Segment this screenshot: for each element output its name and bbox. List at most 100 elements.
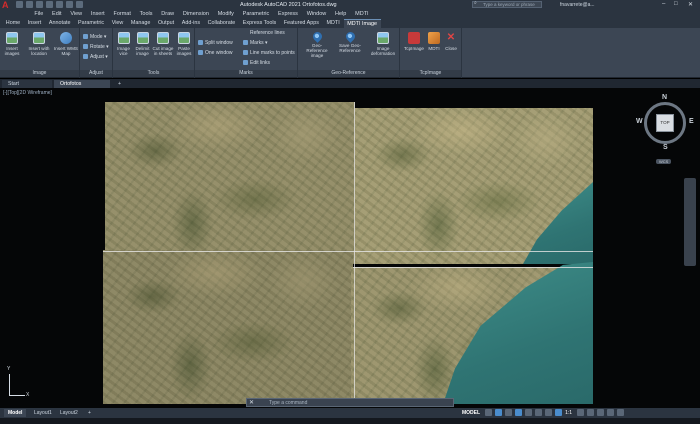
hardware-acceleration-icon[interactable]: [597, 409, 605, 416]
compass-west[interactable]: W: [636, 118, 643, 125]
reference-lines-button[interactable]: Reference lines: [250, 30, 285, 36]
save-as-icon[interactable]: [46, 1, 53, 8]
command-line[interactable]: ✕ Type a command: [246, 398, 454, 407]
image-vice-button[interactable]: Image vice: [114, 32, 133, 56]
lineweight-icon[interactable]: [545, 409, 553, 416]
file-tab-start[interactable]: Start: [2, 80, 52, 88]
workspace-gear-icon[interactable]: [577, 409, 585, 416]
tab-annotate[interactable]: Annotate: [45, 19, 74, 28]
orthophoto-mosaic[interactable]: [103, 102, 593, 404]
tab-mdti[interactable]: MDTI: [323, 19, 344, 28]
menu-help[interactable]: Help: [331, 10, 351, 19]
drawing-viewport[interactable]: [-][Top][2D Wireframe] TOP N S E W WCS Y…: [0, 88, 700, 408]
menu-draw[interactable]: Draw: [157, 10, 179, 19]
menu-express[interactable]: Express: [274, 10, 303, 19]
command-line-close-icon[interactable]: ✕: [249, 399, 254, 407]
mdti-button[interactable]: MDTI: [426, 32, 442, 51]
grid-icon[interactable]: [485, 409, 493, 416]
menu-parametric[interactable]: Parametric: [238, 10, 273, 19]
adjust-button[interactable]: Adjust ▾: [83, 54, 108, 60]
osnap-icon[interactable]: [525, 409, 533, 416]
tab-parametric[interactable]: Parametric: [74, 19, 108, 28]
tab-collaborate[interactable]: Collaborate: [204, 19, 239, 28]
tab-featured-apps[interactable]: Featured Apps: [280, 19, 323, 28]
line-marks-to-points-button[interactable]: Line marks to points: [243, 50, 295, 56]
insert-with-location-button[interactable]: Insert with location: [27, 32, 51, 56]
paste-images-button[interactable]: Paste images: [174, 32, 194, 56]
help-search-input[interactable]: ⌕ Type a keyword or phrase: [472, 1, 542, 8]
image-deformation-button[interactable]: Image deformation: [368, 32, 398, 56]
minimize-button[interactable]: –: [662, 1, 665, 7]
customization-menu-icon[interactable]: [617, 409, 625, 416]
orthophoto-tile-nw[interactable]: [105, 102, 355, 264]
tab-home[interactable]: Home: [2, 19, 24, 28]
snap-icon[interactable]: [495, 409, 503, 416]
user-account[interactable]: fnavarrete@a...: [560, 2, 595, 8]
compass-east[interactable]: E: [689, 118, 694, 125]
compass-south[interactable]: S: [663, 144, 668, 151]
delimit-image-button[interactable]: Delimit image: [133, 32, 152, 56]
mode-button[interactable]: Mode ▾: [83, 34, 106, 40]
navigation-bar[interactable]: [684, 178, 696, 266]
viewport-controls[interactable]: [-][Top][2D Wireframe]: [3, 90, 52, 96]
menu-mdti[interactable]: MDTI: [351, 10, 373, 19]
tab-output[interactable]: Output: [154, 19, 178, 28]
tab-insert[interactable]: Insert: [24, 19, 45, 28]
ortho-icon[interactable]: [505, 409, 513, 416]
layout-tab-layout1[interactable]: Layout1: [30, 409, 56, 417]
redo-icon[interactable]: [76, 1, 83, 8]
command-input[interactable]: Type a command: [269, 399, 307, 407]
menu-dimension[interactable]: Dimension: [179, 10, 214, 19]
menu-format[interactable]: Format: [109, 10, 135, 19]
menu-modify[interactable]: Modify: [213, 10, 238, 19]
open-icon[interactable]: [26, 1, 33, 8]
menu-window[interactable]: Window: [302, 10, 330, 19]
marks-dropdown[interactable]: Marks ▾: [243, 40, 268, 46]
undo-icon[interactable]: [66, 1, 73, 8]
menu-view[interactable]: View: [66, 10, 87, 19]
tab-express-tools[interactable]: Express Tools: [239, 19, 280, 28]
tab-add-ins[interactable]: Add-ins: [178, 19, 204, 28]
menu-file[interactable]: File: [30, 10, 48, 19]
clean-screen-icon[interactable]: [607, 409, 615, 416]
model-space-button[interactable]: MODEL: [462, 410, 480, 416]
close-image-button[interactable]: ✕ Close: [442, 32, 460, 51]
save-geo-reference-button[interactable]: Save Geo-Reference: [335, 30, 365, 53]
edit-links-button[interactable]: Edit links: [243, 60, 270, 66]
insert-images-button[interactable]: Insert images: [1, 32, 23, 56]
insert-wms-map-button[interactable]: Insert WMS Map: [54, 32, 78, 56]
save-icon[interactable]: [36, 1, 43, 8]
rotate-button[interactable]: Rotate ▾: [83, 44, 109, 50]
file-tab-ortofotos[interactable]: Ortofotos: [54, 80, 110, 88]
geo-reference-image-button[interactable]: Geo-Reference image: [302, 30, 332, 59]
wcs-menu[interactable]: WCS: [656, 159, 672, 164]
tab-mdti-image[interactable]: MDTI Image: [343, 19, 381, 28]
orthophoto-tile-sw[interactable]: [103, 250, 353, 404]
cut-image-in-sheets-button[interactable]: Cut image in sheets: [152, 32, 174, 56]
one-window-button[interactable]: One window: [198, 50, 233, 56]
autocad-logo-icon[interactable]: A: [2, 0, 14, 10]
layout-tab-model[interactable]: Model: [4, 409, 27, 417]
tab-manage[interactable]: Manage: [127, 19, 154, 28]
menu-edit[interactable]: Edit: [48, 10, 66, 19]
viewcube-top-face[interactable]: TOP: [656, 114, 674, 132]
menu-tools[interactable]: Tools: [135, 10, 157, 19]
tab-view[interactable]: View: [108, 19, 127, 28]
print-icon[interactable]: [56, 1, 63, 8]
add-layout-button[interactable]: +: [84, 409, 95, 417]
isolate-icon[interactable]: [587, 409, 595, 416]
annotation-icon[interactable]: [555, 409, 563, 416]
new-icon[interactable]: [16, 1, 23, 8]
split-window-button[interactable]: Split window: [198, 40, 233, 46]
annotation-scale[interactable]: 1:1: [565, 410, 572, 416]
otrack-icon[interactable]: [535, 409, 543, 416]
compass-north[interactable]: N: [662, 94, 667, 101]
maximize-button[interactable]: □: [674, 1, 678, 7]
close-button[interactable]: ✕: [688, 1, 693, 8]
new-tab-button[interactable]: +: [112, 80, 127, 88]
viewcube[interactable]: TOP N S E W: [636, 94, 694, 152]
tcpimage-button[interactable]: TcpImage: [402, 32, 426, 51]
layout-tab-layout2[interactable]: Layout2: [56, 409, 82, 417]
polar-icon[interactable]: [515, 409, 523, 416]
menu-insert[interactable]: Insert: [87, 10, 110, 19]
